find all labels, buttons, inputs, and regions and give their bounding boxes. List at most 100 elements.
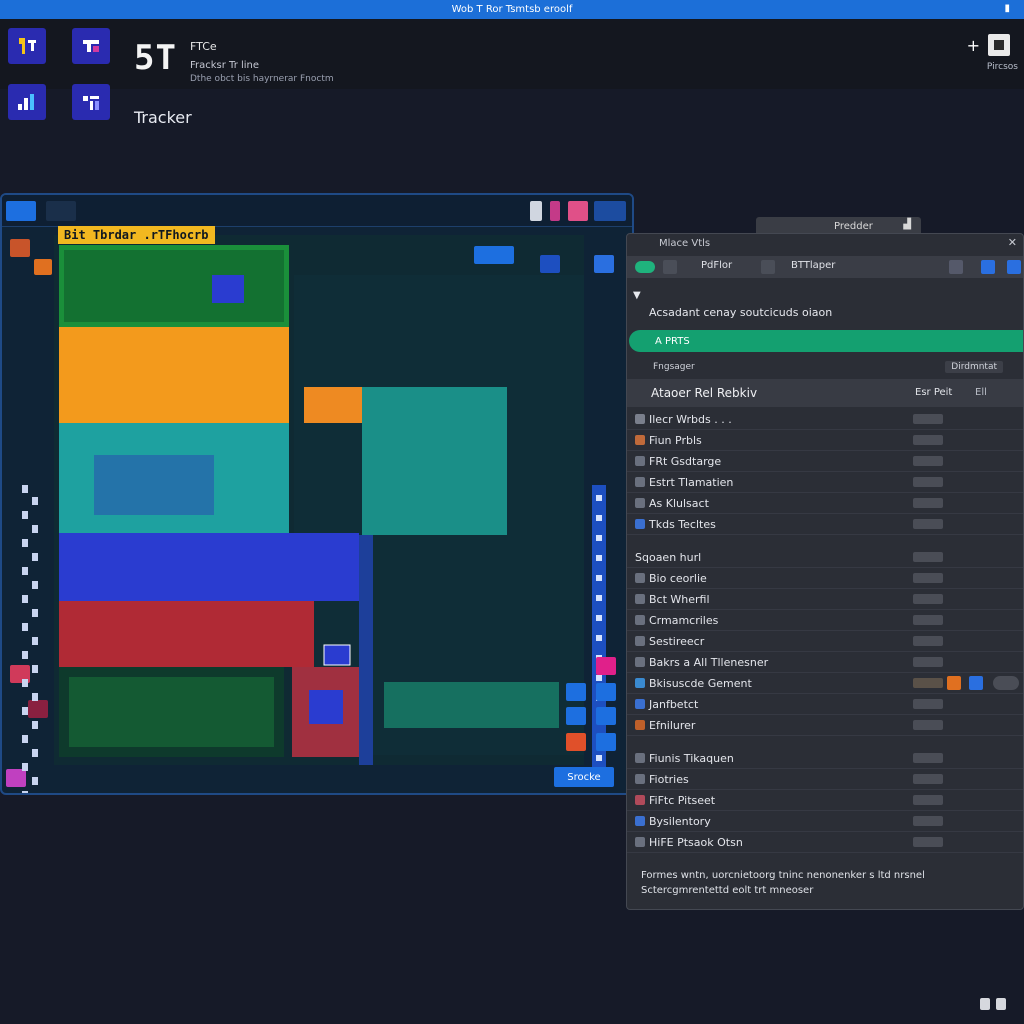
- row-icon: [635, 678, 645, 688]
- map-banner: Bit Tbrdar .rTFhocrb: [58, 226, 215, 244]
- tile-map-svg[interactable]: [54, 235, 584, 765]
- layer-lock-icon[interactable]: [596, 733, 616, 751]
- row-value-chip: [913, 477, 943, 487]
- palette-tile-amber[interactable]: [34, 259, 52, 275]
- panel-download-icon[interactable]: [761, 260, 775, 274]
- map-nav-right-icon[interactable]: [594, 255, 614, 273]
- panel-window-icon[interactable]: [949, 260, 963, 274]
- palette-tile-orange[interactable]: [10, 239, 30, 257]
- list-item-label: HiFE Ptsaok Otsn: [649, 836, 743, 849]
- list-item[interactable]: Fiotries: [627, 769, 1023, 790]
- list-item-label: Janfbetct: [649, 698, 699, 711]
- add-icon[interactable]: +: [967, 36, 980, 55]
- app-icon-chart[interactable]: [8, 84, 46, 120]
- row-icon: [635, 456, 645, 466]
- list-item-label: Bysilentory: [649, 815, 711, 828]
- panel-expander-icon[interactable]: ▼: [633, 290, 641, 301]
- map-tool-filter-icon[interactable]: [530, 201, 542, 221]
- row-icon: [635, 795, 645, 805]
- zone-blue: [59, 533, 359, 601]
- list-item[interactable]: Sqoaen hurl: [627, 547, 1023, 568]
- list-header-col-a[interactable]: Ataoer Rel Rebkiv: [651, 386, 757, 400]
- zone-orange: [59, 327, 289, 423]
- list-item[interactable]: Fiun Prbls: [627, 430, 1023, 451]
- layout-icon[interactable]: [988, 34, 1010, 56]
- panel-toggle[interactable]: [635, 261, 655, 273]
- layer-copy-icon[interactable]: [596, 707, 616, 725]
- row-icon: [635, 435, 645, 445]
- list-item[interactable]: FiFtc Pitseet: [627, 790, 1023, 811]
- layer-color-icon[interactable]: [596, 657, 616, 675]
- panel-close-icon[interactable]: ✕: [1008, 236, 1017, 249]
- map-nav-left-icon[interactable]: [540, 255, 560, 273]
- layer-down-icon[interactable]: [596, 683, 616, 701]
- list-header-col-c[interactable]: Ell: [975, 387, 987, 398]
- map-zoom-button[interactable]: [474, 246, 514, 264]
- properties-panel: Mlace Vtls ✕ PdFlor BTTlaper ▼ Acsadant …: [626, 233, 1024, 910]
- map-canvas[interactable]: [54, 235, 584, 765]
- map-action-button[interactable]: Srocke: [554, 767, 614, 787]
- panel-grid-icon[interactable]: [981, 260, 995, 274]
- layer-add-icon[interactable]: [566, 707, 586, 725]
- panel-toolbar-filter[interactable]: PdFlor: [701, 260, 732, 271]
- map-tool-select-icon[interactable]: [6, 201, 36, 221]
- list-item[interactable]: Bct Wherfil: [627, 589, 1023, 610]
- list-item[interactable]: As Klulsact: [627, 493, 1023, 514]
- list-item[interactable]: Crmamcriles: [627, 610, 1023, 631]
- map-toolbar: [2, 195, 632, 227]
- list-item[interactable]: Fiunis Tikaquen: [627, 748, 1023, 769]
- row-fire-icon[interactable]: [947, 676, 961, 690]
- tray-speaker-icon[interactable]: [980, 998, 990, 1010]
- list-item[interactable]: Sestireecr: [627, 631, 1023, 652]
- tray-battery-icon[interactable]: [996, 998, 1006, 1010]
- row-icon: [635, 615, 645, 625]
- row-value-chip: [913, 498, 943, 508]
- layer-delete-icon[interactable]: [566, 733, 586, 751]
- app-icon-key[interactable]: [8, 28, 46, 64]
- zone-green-icon: [212, 275, 244, 303]
- tile-palette-column[interactable]: [16, 485, 46, 793]
- row-link-icon[interactable]: [969, 676, 983, 690]
- window-close-icon[interactable]: ▮: [1004, 3, 1010, 14]
- list-item[interactable]: Efnilurer: [627, 715, 1023, 736]
- list-item[interactable]: Ilecr Wrbds . . .: [627, 409, 1023, 430]
- map-editor-window[interactable]: [0, 193, 634, 795]
- list-item[interactable]: Bysilentory: [627, 811, 1023, 832]
- list-item[interactable]: Tkds Tecltes: [627, 514, 1023, 535]
- list-item[interactable]: Janfbetct: [627, 694, 1023, 715]
- panel-more-icon[interactable]: [1007, 260, 1021, 274]
- list-item[interactable]: FRt Gsdtarge: [627, 451, 1023, 472]
- layer-up-icon[interactable]: [566, 683, 586, 701]
- list-item[interactable]: Bakrs a All Tllenesner: [627, 652, 1023, 673]
- list-item-selected[interactable]: Bkisuscde Gement: [627, 673, 1023, 694]
- map-marker-square: [323, 644, 351, 666]
- window-title: Wob T Ror Tsmtsb eroolf: [451, 4, 573, 15]
- list-item-label: Sqoaen hurl: [635, 551, 702, 564]
- app-icon-pencil[interactable]: [72, 28, 110, 64]
- list-item[interactable]: HiFE Ptsaok Otsn: [627, 832, 1023, 853]
- map-tool-color-icon[interactable]: [550, 201, 560, 221]
- list-item[interactable]: Bio ceorlie: [627, 568, 1023, 589]
- row-icon: [635, 573, 645, 583]
- panel-status-bar[interactable]: A PRTS: [629, 330, 1023, 352]
- list-item-label: FRt Gsdtarge: [649, 455, 722, 468]
- list-item-label: Tkds Tecltes: [649, 518, 716, 531]
- zone-accent-orange: [304, 387, 362, 423]
- map-tool-paint-icon[interactable]: [568, 201, 588, 221]
- list-header-col-b[interactable]: Esr Peit: [915, 387, 952, 398]
- row-value-chip: [913, 657, 943, 667]
- header-caption: Pircsos: [986, 62, 1018, 72]
- zone-teal-bottom: [384, 682, 559, 728]
- app-icon-grid[interactable]: [72, 84, 110, 120]
- row-toggle[interactable]: [993, 676, 1019, 690]
- panel-row-button[interactable]: Dirdmntat: [945, 361, 1003, 373]
- map-tool-settings-icon[interactable]: [594, 201, 626, 221]
- row-icon: [635, 498, 645, 508]
- panel-text-icon[interactable]: [663, 260, 677, 274]
- list-item-label: Sestireecr: [649, 635, 705, 648]
- map-tool-move-icon[interactable]: [46, 201, 76, 221]
- window-titlebar: Wob T Ror Tsmtsb eroolf ▮: [0, 0, 1024, 19]
- row-icon: [635, 837, 645, 847]
- panel-toolbar-layer[interactable]: BTTlaper: [791, 260, 835, 271]
- list-item[interactable]: Estrt Tlamatien: [627, 472, 1023, 493]
